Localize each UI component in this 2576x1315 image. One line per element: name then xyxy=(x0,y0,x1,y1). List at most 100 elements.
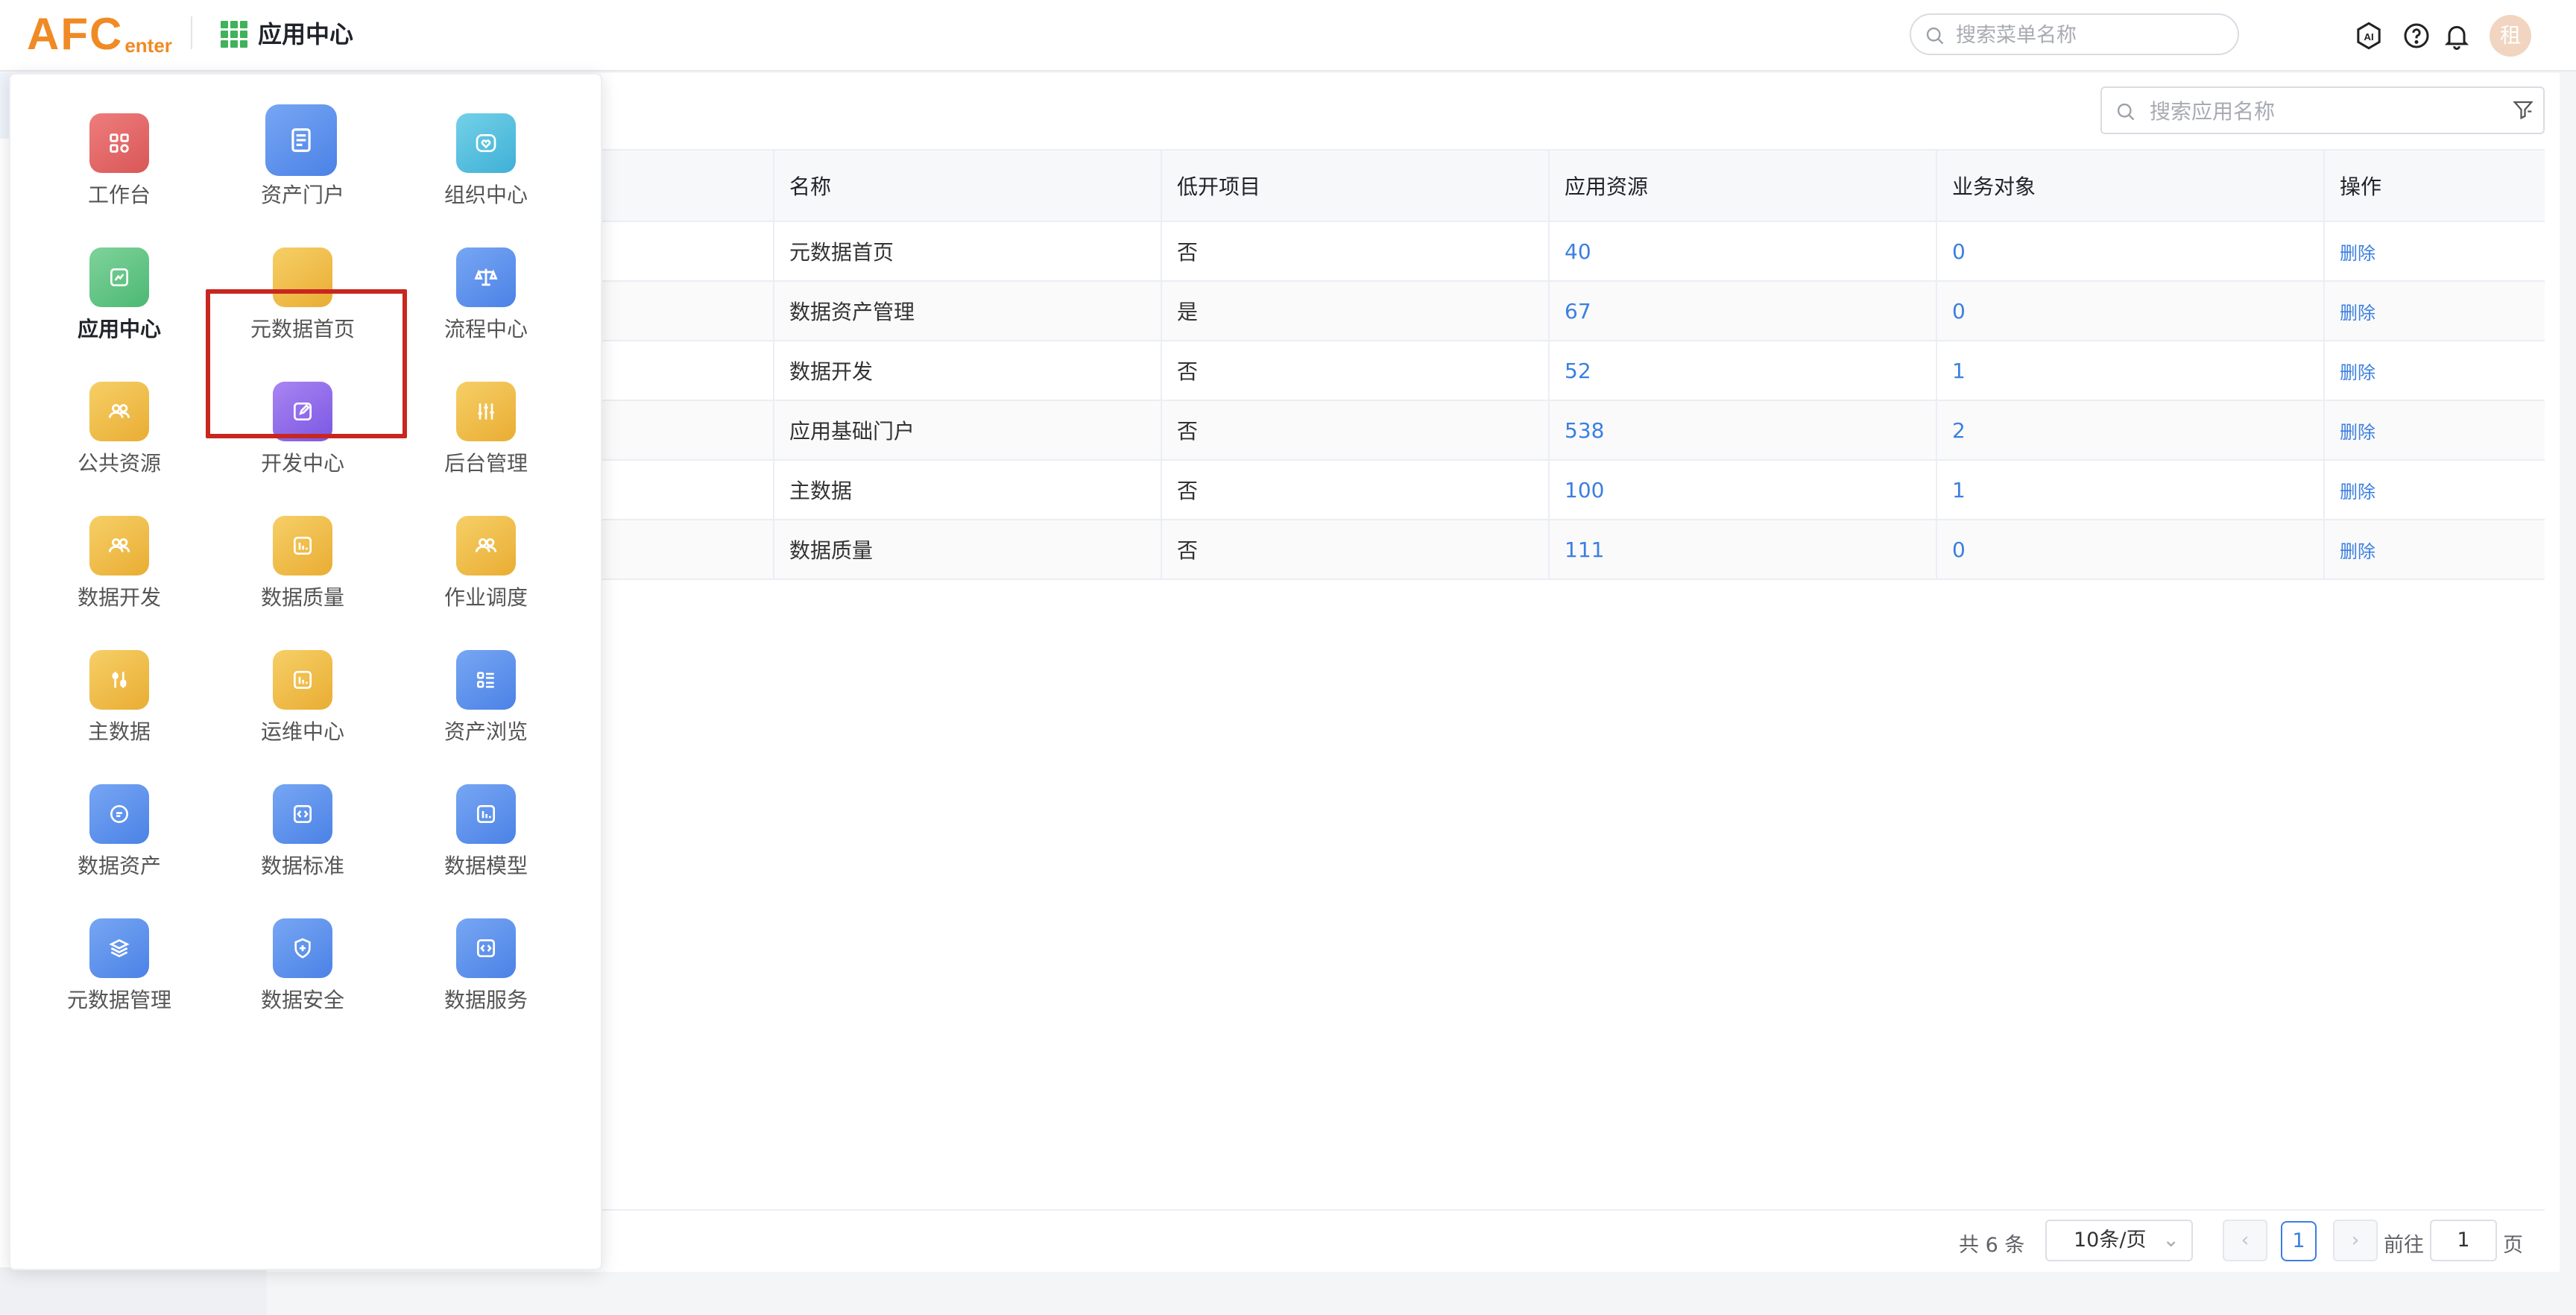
filter-icon[interactable] xyxy=(2512,98,2534,121)
launcher-item-workbench[interactable]: 工作台 xyxy=(30,94,209,221)
goto-label: 前往 xyxy=(2384,1234,2424,1257)
launcher-item-asset-portal[interactable]: 资产门户 xyxy=(213,94,392,221)
app-search-input[interactable] xyxy=(2150,97,2500,125)
launcher-item-data-dev[interactable]: 数据开发 xyxy=(30,496,209,623)
goto-page-input[interactable]: 1 xyxy=(2430,1220,2497,1261)
list-icon xyxy=(456,650,516,710)
cell-objects-link[interactable]: 2 xyxy=(1936,400,2324,461)
launcher-item-master-data[interactable]: 主数据 xyxy=(30,631,209,757)
launcher-item-label: 资产门户 xyxy=(260,183,344,207)
table-header-row: 名称 低开项目 应用资源 业务对象 操作 xyxy=(267,149,2545,222)
column-header-name[interactable]: 名称 xyxy=(773,149,1161,222)
launcher-item-ops-center[interactable]: 运维中心 xyxy=(213,631,392,757)
delete-button[interactable]: 删除 xyxy=(2323,221,2545,282)
column-header-lowcode[interactable]: 低开项目 xyxy=(1161,149,1549,222)
chevron-right-icon: › xyxy=(2351,1229,2360,1252)
app-search-box[interactable] xyxy=(2100,86,2545,134)
ai-icon[interactable]: AI xyxy=(2354,21,2384,51)
help-icon[interactable] xyxy=(2402,21,2431,51)
cell-name: 数据开发 xyxy=(773,341,1161,401)
users-icon xyxy=(89,516,149,575)
cell-lowcode: 否 xyxy=(1161,520,1549,580)
cell-resources-link[interactable]: 538 xyxy=(1548,400,1936,461)
layers-icon xyxy=(89,918,149,978)
cell-resources-link[interactable]: 40 xyxy=(1548,221,1936,282)
delete-button[interactable]: 删除 xyxy=(2323,460,2545,520)
delete-button[interactable]: 删除 xyxy=(2323,281,2545,341)
divider xyxy=(191,16,192,49)
launcher-item-label: 工作台 xyxy=(87,183,151,207)
cell-name: 主数据 xyxy=(773,460,1161,520)
cell-lowcode: 否 xyxy=(1161,460,1549,520)
cell-objects-link[interactable]: 0 xyxy=(1936,520,2324,580)
bell-icon[interactable] xyxy=(2442,21,2472,51)
table-row[interactable]: 数据资产管理 是 67 0 删除 xyxy=(267,281,2545,341)
page-size-select[interactable]: 10条/页 ⌄ xyxy=(2045,1220,2193,1261)
chat-icon xyxy=(89,784,149,844)
delete-button[interactable]: 删除 xyxy=(2323,520,2545,580)
highlight-box xyxy=(206,289,407,438)
avatar[interactable]: 租 xyxy=(2490,15,2531,57)
bar-chart-icon xyxy=(273,516,332,575)
cell-resources-link[interactable]: 67 xyxy=(1548,281,1936,341)
cell-lowcode: 否 xyxy=(1161,400,1549,461)
code-icon xyxy=(456,918,516,978)
bar-chart-icon xyxy=(456,784,516,844)
launcher-item-data-model[interactable]: 数据模型 xyxy=(397,765,575,892)
launcher-item-job-scheduling[interactable]: 作业调度 xyxy=(397,496,575,623)
launcher-item-label: 开发中心 xyxy=(260,451,344,476)
logo[interactable]: AFC enter xyxy=(27,9,172,57)
users-icon xyxy=(456,516,516,575)
scale-icon xyxy=(456,247,516,307)
launcher-item-data-security[interactable]: 数据安全 xyxy=(213,899,392,1026)
delete-button[interactable]: 删除 xyxy=(2323,400,2545,461)
launcher-item-data-quality[interactable]: 数据质量 xyxy=(213,496,392,623)
table-row[interactable]: 主数据 否 100 1 删除 xyxy=(267,460,2545,520)
cell-resources-link[interactable]: 100 xyxy=(1548,460,1936,520)
table-row[interactable]: 数据开发 否 52 1 删除 xyxy=(267,341,2545,401)
page-size-value: 10条/页 xyxy=(2074,1229,2147,1252)
cell-objects-link[interactable]: 1 xyxy=(1936,341,2324,401)
launcher-item-metadata-mgmt[interactable]: 元数据管理 xyxy=(30,899,209,1026)
launcher-item-label: 元数据管理 xyxy=(66,988,171,1012)
menu-search-input[interactable] xyxy=(1956,21,2224,49)
total-count: 共 6 条 xyxy=(1959,1234,2025,1257)
app-grid-icon[interactable] xyxy=(221,21,247,48)
cell-resources-link[interactable]: 111 xyxy=(1548,520,1936,580)
menu-search-box[interactable] xyxy=(1910,13,2239,55)
cell-resources-link[interactable]: 52 xyxy=(1548,341,1936,401)
shield-icon xyxy=(273,918,332,978)
launcher-item-app-center[interactable]: 应用中心 xyxy=(30,228,209,355)
launcher-item-asset-browse[interactable]: 资产浏览 xyxy=(397,631,575,757)
launcher-item-label: 资产浏览 xyxy=(443,719,528,744)
launcher-item-label: 数据质量 xyxy=(260,585,344,610)
page-title: 应用中心 xyxy=(258,20,354,48)
table-row[interactable]: 数据质量 否 111 0 删除 xyxy=(267,520,2545,580)
page-number-button[interactable]: 1 xyxy=(2281,1221,2317,1261)
cell-objects-link[interactable]: 0 xyxy=(1936,221,2324,282)
column-header-resources[interactable]: 应用资源 xyxy=(1548,149,1936,222)
next-page-button[interactable]: › xyxy=(2333,1220,2378,1261)
table-row[interactable]: 元数据首页 否 40 0 删除 xyxy=(267,221,2545,282)
pagination: 共 6 条 10条/页 ⌄ ‹ 1 › 前往 1 页 xyxy=(267,1209,2545,1272)
logo-main: AFC xyxy=(27,9,124,59)
cell-objects-link[interactable]: 1 xyxy=(1936,460,2324,520)
launcher-item-data-standards[interactable]: 数据标准 xyxy=(213,765,392,892)
column-header-objects[interactable]: 业务对象 xyxy=(1936,149,2324,222)
launcher-item-label: 应用中心 xyxy=(77,317,161,341)
table-row[interactable]: 应用基础门户 否 538 2 删除 xyxy=(267,400,2545,461)
launcher-item-process-center[interactable]: 流程中心 xyxy=(397,228,575,355)
cell-objects-link[interactable]: 0 xyxy=(1936,281,2324,341)
bar-chart-icon xyxy=(273,650,332,710)
launcher-item-data-assets[interactable]: 数据资产 xyxy=(30,765,209,892)
launcher-item-data-service[interactable]: 数据服务 xyxy=(397,899,575,1026)
search-icon xyxy=(1926,27,1944,45)
cell-lowcode: 否 xyxy=(1161,341,1549,401)
launcher-item-label: 数据服务 xyxy=(443,988,528,1012)
launcher-item-org-center[interactable]: 组织中心 xyxy=(397,94,575,221)
launcher-item-admin[interactable]: 后台管理 xyxy=(397,362,575,489)
prev-page-button[interactable]: ‹ xyxy=(2223,1220,2267,1261)
svg-text:AI: AI xyxy=(2364,31,2373,42)
delete-button[interactable]: 删除 xyxy=(2323,341,2545,401)
launcher-item-public-resources[interactable]: 公共资源 xyxy=(30,362,209,489)
